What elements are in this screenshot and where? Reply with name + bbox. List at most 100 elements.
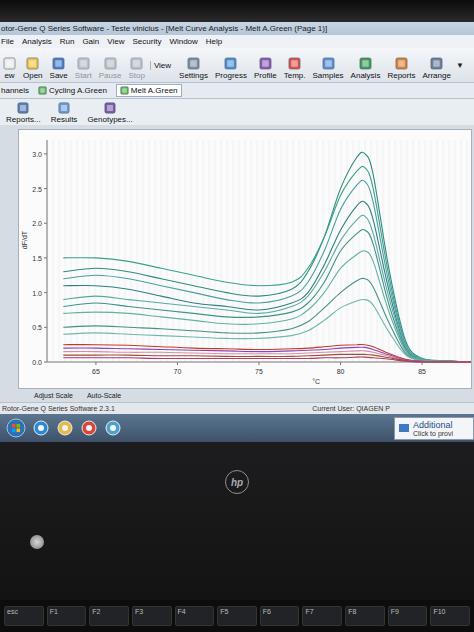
y-tick: 1.0 bbox=[32, 290, 42, 297]
key[interactable]: esc bbox=[4, 606, 44, 626]
toolbar-button-label: Arrange bbox=[422, 71, 450, 80]
channel-tab-label: Cycling A.Green bbox=[49, 86, 107, 95]
key[interactable]: F4 bbox=[175, 606, 215, 626]
key[interactable]: F10 bbox=[430, 606, 470, 626]
screen: otor-Gene Q Series Software - Teste vini… bbox=[0, 22, 474, 442]
menu-item[interactable]: Window bbox=[169, 35, 197, 48]
toolbar-button[interactable]: Profile bbox=[252, 57, 279, 80]
tool-icon bbox=[3, 57, 16, 70]
laptop-bezel: hp escF1F2F3F4F5F6F7F8F9F10 bbox=[0, 442, 474, 632]
melt-curve bbox=[63, 351, 471, 362]
melt-curve-plot: 3.02.52.01.51.00.50.0dF/dT6570758085°C bbox=[19, 130, 471, 388]
y-tick: 0.0 bbox=[32, 359, 42, 366]
toolbar-button-label: Start bbox=[75, 71, 92, 80]
melt-curve bbox=[63, 357, 471, 362]
melt-curve bbox=[63, 230, 471, 362]
key[interactable]: F6 bbox=[260, 606, 300, 626]
rotor-gene-icon[interactable] bbox=[104, 419, 122, 437]
key[interactable]: F8 bbox=[345, 606, 385, 626]
tool-icon bbox=[130, 57, 143, 70]
scale-button[interactable]: Adjust Scale bbox=[34, 392, 73, 399]
key[interactable]: F3 bbox=[132, 606, 172, 626]
key[interactable]: F5 bbox=[217, 606, 257, 626]
y-axis-label: dF/dT bbox=[21, 230, 28, 249]
status-bar: Rotor-Gene Q Series Software 2.3.1Curren… bbox=[0, 402, 474, 414]
menu-item[interactable]: Analysis bbox=[22, 35, 52, 48]
tool-icon bbox=[430, 57, 443, 70]
tool-icon bbox=[77, 57, 90, 70]
report-icon bbox=[104, 102, 116, 114]
analysis-button[interactable]: Reports... bbox=[6, 102, 41, 124]
analysis-button[interactable]: Results bbox=[51, 102, 78, 124]
power-button[interactable] bbox=[30, 535, 44, 549]
tool-icon bbox=[224, 57, 237, 70]
notification-icon bbox=[398, 422, 410, 434]
toolbar-button-label: ew bbox=[4, 71, 14, 80]
toolbar-button[interactable]: Reports bbox=[385, 57, 417, 80]
toolbar-button[interactable]: Progress bbox=[213, 57, 249, 80]
ie-icon[interactable] bbox=[32, 419, 50, 437]
chrome-icon[interactable] bbox=[80, 419, 98, 437]
analysis-button-label: Genotypes... bbox=[87, 115, 132, 124]
key[interactable]: F7 bbox=[302, 606, 342, 626]
menu-item[interactable]: Security bbox=[132, 35, 161, 48]
toolbar-button-label: Samples bbox=[312, 71, 343, 80]
toolbar-button-label: Analysis bbox=[351, 71, 381, 80]
folder-icon[interactable] bbox=[56, 419, 74, 437]
report-icon bbox=[58, 102, 70, 114]
menu-item[interactable]: Run bbox=[60, 35, 75, 48]
toolbar-button[interactable]: ew bbox=[1, 57, 18, 80]
y-tick: 1.5 bbox=[32, 255, 42, 262]
toolbar-button[interactable]: Samples bbox=[310, 57, 345, 80]
start-orb-icon[interactable] bbox=[6, 418, 26, 438]
key[interactable]: F2 bbox=[89, 606, 129, 626]
toolbar-button-label: Stop bbox=[128, 71, 144, 80]
menu-item[interactable]: View bbox=[107, 35, 124, 48]
scale-button[interactable]: Auto-Scale bbox=[87, 392, 121, 399]
hp-logo: hp bbox=[225, 470, 249, 494]
analysis-button[interactable]: Genotypes... bbox=[87, 102, 132, 124]
toolbar-button[interactable]: Save bbox=[48, 57, 70, 80]
channel-tab[interactable]: Cycling A.Green bbox=[35, 85, 110, 96]
toolbar-button[interactable]: Pause bbox=[97, 57, 124, 80]
logo-row: hp bbox=[0, 442, 474, 522]
tool-icon bbox=[187, 57, 200, 70]
toolbar-button-label: Progress bbox=[215, 71, 247, 80]
toolbar-button[interactable]: Analysis bbox=[349, 57, 383, 80]
toolbar-button[interactable]: Stop bbox=[126, 57, 146, 80]
key[interactable]: F1 bbox=[47, 606, 87, 626]
toolbar-button[interactable]: Settings bbox=[177, 57, 210, 80]
x-tick: 65 bbox=[92, 368, 100, 375]
menu-item[interactable]: Help bbox=[206, 35, 222, 48]
toolbar-more[interactable]: ▼ bbox=[456, 61, 464, 70]
toolbar-button[interactable]: Open bbox=[21, 57, 45, 80]
tool-icon bbox=[322, 57, 335, 70]
menu-item[interactable]: File bbox=[1, 35, 14, 48]
tool-icon bbox=[259, 57, 272, 70]
analysis-button-label: Reports... bbox=[6, 115, 41, 124]
monitor-top-band bbox=[0, 0, 474, 22]
app-version: Rotor-Gene Q Series Software 2.3.1 bbox=[2, 405, 115, 412]
x-tick: 70 bbox=[174, 368, 182, 375]
melt-curve bbox=[63, 278, 471, 362]
notification-title: Additional bbox=[413, 420, 453, 430]
tool-icon bbox=[26, 57, 39, 70]
y-tick: 3.0 bbox=[32, 151, 42, 158]
toolbar-button-label: Reports bbox=[387, 71, 415, 80]
notification[interactable]: AdditionalClick to provi bbox=[394, 417, 474, 440]
toolbar-button[interactable]: Start bbox=[73, 57, 94, 80]
melt-chart: 3.02.52.01.51.00.50.0dF/dT6570758085°C bbox=[18, 129, 472, 389]
melt-curve bbox=[63, 152, 471, 362]
report-icon bbox=[17, 102, 29, 114]
channel-tab[interactable]: Melt A.Green bbox=[116, 84, 182, 97]
y-tick: 2.5 bbox=[32, 186, 42, 193]
melt-curve bbox=[63, 180, 471, 362]
chart-panel: 3.02.52.01.51.00.50.0dF/dT6570758085°C bbox=[0, 125, 474, 389]
tool-icon bbox=[52, 57, 65, 70]
menu-item[interactable]: Gain bbox=[82, 35, 99, 48]
melt-curve bbox=[63, 354, 471, 362]
toolbar-button[interactable]: Arrange bbox=[420, 57, 452, 80]
toolbar-button[interactable]: Temp. bbox=[282, 57, 308, 80]
toolbar-button-label: Temp. bbox=[284, 71, 306, 80]
key[interactable]: F9 bbox=[388, 606, 428, 626]
